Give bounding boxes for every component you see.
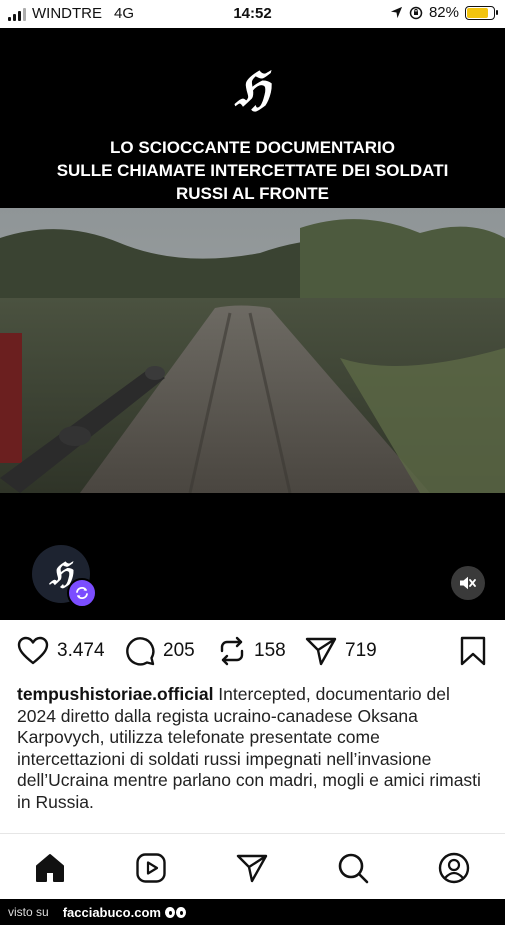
watermark-prefix: visto su xyxy=(8,905,49,919)
post-actions: 3.474 205 158 719 xyxy=(0,630,505,674)
location-arrow-icon xyxy=(390,6,403,19)
bookmark-icon[interactable] xyxy=(460,636,486,666)
headline-line-3: RUSSI AL FRONTE xyxy=(175,184,329,203)
comment-count: 205 xyxy=(163,640,195,661)
save-action[interactable] xyxy=(460,636,486,666)
repost-count: 158 xyxy=(254,640,286,661)
nav-direct[interactable] xyxy=(232,848,272,888)
headline-line-2: SULLE CHIAMATE INTERCETTATE DEI SOLDATI xyxy=(56,161,449,180)
orientation-lock-icon xyxy=(409,6,423,19)
nav-home[interactable] xyxy=(30,848,70,888)
caption-username[interactable]: tempushistoriae.official xyxy=(17,684,213,704)
battery-percent: 82% xyxy=(428,4,459,21)
muted-speaker-icon xyxy=(460,576,476,590)
video-frame-image xyxy=(0,208,505,493)
divider xyxy=(0,833,505,834)
comment-icon[interactable] xyxy=(125,636,155,666)
eyes-icon xyxy=(164,906,186,918)
like-count: 3.474 xyxy=(57,640,105,661)
bottom-nav xyxy=(0,840,505,896)
watermark: visto su facciabuco.com xyxy=(0,899,505,925)
profile-icon[interactable] xyxy=(438,852,470,884)
reels-icon[interactable] xyxy=(135,852,167,884)
send-icon[interactable] xyxy=(236,853,268,883)
comment-action[interactable]: 205 xyxy=(125,636,195,666)
headline-line-1: LO SCIOCCANTE DOCUMENTARIO xyxy=(110,138,395,157)
mute-button[interactable] xyxy=(451,566,485,600)
repost-icon[interactable] xyxy=(218,636,246,666)
heart-icon[interactable] xyxy=(17,636,49,666)
gothic-h-logo-icon: ℌ xyxy=(235,62,270,116)
video-headline: LO SCIOCCANTE DOCUMENTARIO SULLE CHIAMAT… xyxy=(30,136,475,205)
post-caption: tempushistoriae.official Intercepted, do… xyxy=(17,684,487,813)
share-action[interactable]: 719 xyxy=(305,636,377,666)
nav-profile[interactable] xyxy=(434,848,474,888)
video-player[interactable]: ℌ LO SCIOCCANTE DOCUMENTARIO SULLE CHIAM… xyxy=(0,28,505,620)
search-icon[interactable] xyxy=(337,852,369,884)
home-icon[interactable] xyxy=(34,853,66,883)
nav-search[interactable] xyxy=(333,848,373,888)
repost-badge-icon xyxy=(67,578,97,608)
status-right: 82% xyxy=(390,4,498,21)
send-icon[interactable] xyxy=(305,636,337,666)
status-bar: WINDTRE 4G 14:52 82% xyxy=(0,0,505,28)
battery-icon xyxy=(465,5,498,20)
watermark-site: facciabuco.com xyxy=(62,904,161,920)
nav-reels[interactable] xyxy=(131,848,171,888)
repost-action[interactable]: 158 xyxy=(218,636,286,666)
like-action[interactable]: 3.474 xyxy=(17,636,105,666)
video-frame xyxy=(0,208,505,493)
share-count: 719 xyxy=(345,640,377,661)
